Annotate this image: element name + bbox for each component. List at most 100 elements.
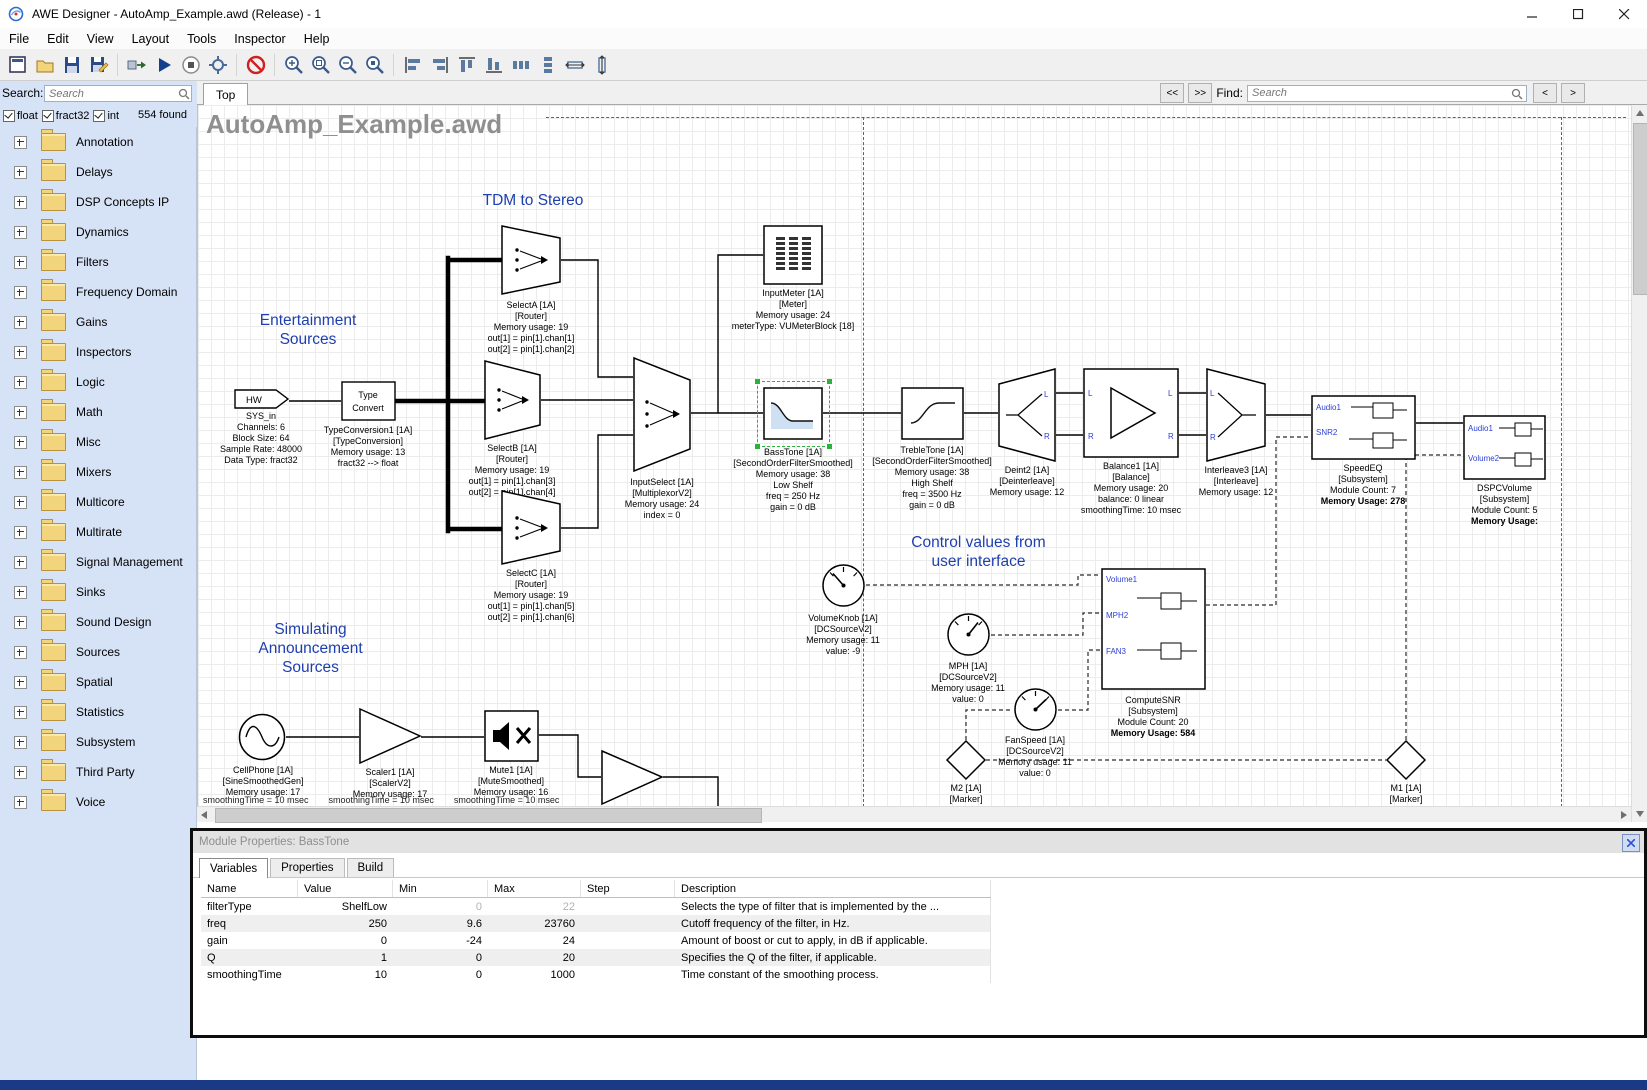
vertical-scroll-thumb[interactable] (1633, 123, 1647, 295)
horizontal-scrollbar[interactable] (197, 806, 1631, 822)
expand-plus-icon[interactable] (14, 526, 27, 539)
expand-plus-icon[interactable] (14, 646, 27, 659)
expand-plus-icon[interactable] (14, 346, 27, 359)
cell-value[interactable]: 250 (298, 918, 393, 930)
sidebar-item[interactable]: Sound Design (0, 607, 196, 637)
match-width-button[interactable] (561, 52, 588, 78)
sidebar-item[interactable]: Filters (0, 247, 196, 277)
expand-plus-icon[interactable] (14, 316, 27, 329)
module-sys-in[interactable]: HW (234, 389, 289, 409)
menu-view[interactable]: View (78, 30, 123, 48)
connect-button[interactable] (123, 52, 150, 78)
filter-checkbox-item[interactable]: float (3, 110, 38, 122)
match-height-button[interactable] (588, 52, 615, 78)
sidebar-item[interactable]: DSP Concepts IP (0, 187, 196, 217)
expand-plus-icon[interactable] (14, 136, 27, 149)
expand-plus-icon[interactable] (14, 256, 27, 269)
module-selectA[interactable] (501, 225, 561, 295)
menu-inspector[interactable]: Inspector (225, 30, 294, 48)
titlebar[interactable]: AWE Designer - AutoAmp_Example.awd (Rele… (0, 0, 1647, 29)
zoom-in-button[interactable] (280, 52, 307, 78)
module-type-conversion[interactable]: TypeConvert (341, 381, 396, 421)
run-button[interactable] (150, 52, 177, 78)
cell-value[interactable]: 1 (298, 952, 393, 964)
scroll-right-arrow-icon[interactable] (1621, 811, 1627, 819)
module-fan-speed[interactable] (1013, 687, 1058, 732)
module-unlabeled-scaler[interactable] (601, 750, 663, 805)
vertical-scrollbar[interactable] (1631, 105, 1647, 822)
open-button[interactable] (31, 52, 58, 78)
table-row[interactable]: freq 250 9.6 23760 Cutoff frequency of t… (201, 915, 991, 932)
tab-top[interactable]: Top (203, 83, 248, 105)
expand-plus-icon[interactable] (14, 196, 27, 209)
search-input[interactable] (44, 85, 192, 102)
menu-edit[interactable]: Edit (38, 30, 78, 48)
sidebar-item[interactable]: Sinks (0, 577, 196, 607)
table-row[interactable]: Q 1 0 20 Specifies the Q of the filter, … (201, 949, 991, 966)
close-button[interactable] (1601, 0, 1647, 28)
expand-plus-icon[interactable] (14, 466, 27, 479)
module-input-meter[interactable] (763, 225, 823, 285)
filter-checkbox-item[interactable]: int (93, 110, 119, 122)
expand-plus-icon[interactable] (14, 796, 27, 809)
module-volume-knob[interactable] (821, 563, 866, 608)
sidebar-item[interactable]: Sources (0, 637, 196, 667)
tab-build[interactable]: Build (347, 858, 395, 877)
distribute-vertical-button[interactable] (534, 52, 561, 78)
menu-layout[interactable]: Layout (123, 30, 179, 48)
expand-plus-icon[interactable] (14, 676, 27, 689)
module-m2-marker[interactable] (946, 740, 986, 780)
module-scaler1[interactable] (359, 708, 421, 764)
minimize-button[interactable] (1509, 0, 1555, 28)
expand-plus-icon[interactable] (14, 766, 27, 779)
sidebar-item[interactable]: Subsystem (0, 727, 196, 757)
expand-plus-icon[interactable] (14, 406, 27, 419)
module-selectB[interactable] (484, 360, 541, 440)
table-row[interactable]: smoothingTime 10 0 1000 Time constant of… (201, 966, 991, 983)
filter-checkbox-item[interactable]: fract32 (42, 110, 90, 122)
sidebar-item[interactable]: Misc (0, 427, 196, 457)
maximize-button[interactable] (1555, 0, 1601, 28)
expand-plus-icon[interactable] (14, 436, 27, 449)
expand-plus-icon[interactable] (14, 286, 27, 299)
stop-button[interactable] (177, 52, 204, 78)
tab-scroll-left-button[interactable]: < (1533, 83, 1557, 103)
sidebar-item[interactable]: Mixers (0, 457, 196, 487)
menu-tools[interactable]: Tools (178, 30, 225, 48)
properties-close-button[interactable] (1622, 834, 1640, 852)
zoom-selection-button[interactable] (361, 52, 388, 78)
expand-plus-icon[interactable] (14, 736, 27, 749)
table-row[interactable]: gain 0 -24 24 Amount of boost or cut to … (201, 932, 991, 949)
align-left-button[interactable] (399, 52, 426, 78)
sidebar-item[interactable]: Multirate (0, 517, 196, 547)
expand-plus-icon[interactable] (14, 496, 27, 509)
sidebar-item[interactable]: Spatial (0, 667, 196, 697)
tab-variables[interactable]: Variables (199, 858, 268, 878)
module-mph[interactable] (946, 612, 991, 657)
design-canvas[interactable]: AutoAmp_Example.awd TDM to Stereo Entert… (197, 105, 1631, 822)
expand-plus-icon[interactable] (14, 616, 27, 629)
expand-plus-icon[interactable] (14, 556, 27, 569)
sidebar-item[interactable]: Dynamics (0, 217, 196, 247)
scroll-down-arrow-icon[interactable] (1636, 811, 1644, 817)
module-balance1[interactable]: LRLR (1083, 368, 1179, 458)
module-interleave3[interactable]: LR (1206, 368, 1266, 462)
sidebar-item[interactable]: Gains (0, 307, 196, 337)
sidebar-item[interactable]: Logic (0, 367, 196, 397)
cell-value[interactable]: ShelfLow (298, 901, 393, 913)
align-bottom-button[interactable] (480, 52, 507, 78)
scroll-left-arrow-icon[interactable] (201, 811, 207, 819)
sidebar-item[interactable]: Signal Management (0, 547, 196, 577)
zoom-out-button[interactable] (334, 52, 361, 78)
save-as-button[interactable] (85, 52, 112, 78)
sidebar-item[interactable]: Statistics (0, 697, 196, 727)
module-input-select[interactable] (633, 357, 691, 472)
expand-plus-icon[interactable] (14, 376, 27, 389)
properties-panel-header[interactable]: Module Properties: BassTone (193, 831, 1644, 853)
horizontal-scroll-thumb[interactable] (215, 808, 762, 823)
scroll-up-arrow-icon[interactable] (1636, 110, 1644, 116)
new-button[interactable] (4, 52, 31, 78)
module-compute-snr[interactable]: Volume1MPH2FAN3 (1101, 568, 1206, 690)
align-right-button[interactable] (426, 52, 453, 78)
tab-properties[interactable]: Properties (270, 858, 344, 877)
